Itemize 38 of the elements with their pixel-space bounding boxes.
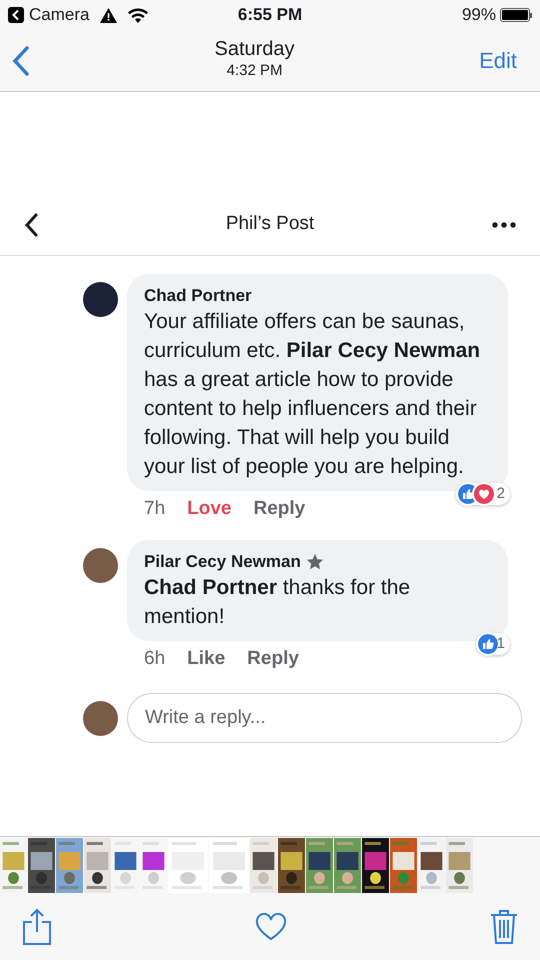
comment-action[interactable]: Love: [187, 495, 232, 524]
thumbs-up-icon: [458, 484, 478, 504]
comment-action[interactable]: Reply: [247, 644, 299, 673]
avatar[interactable]: [83, 548, 118, 582]
comment-time: 6h: [144, 646, 166, 670]
warning-icon: [100, 8, 118, 22]
heart-icon: [474, 484, 494, 504]
thumbs-up-icon: [478, 634, 498, 654]
reaction-count: 2: [496, 485, 505, 503]
share-icon[interactable]: [22, 908, 52, 946]
comment-text: Chad Portner thanks for the mention!: [144, 574, 412, 630]
reaction-summary[interactable]: 2: [456, 483, 510, 505]
wifi-icon: [128, 8, 148, 22]
nav-subtitle: 4:32 PM: [226, 60, 282, 80]
back-app-label[interactable]: Camera: [29, 2, 90, 28]
trash-icon[interactable]: [490, 908, 518, 944]
comment-time: 7h: [144, 497, 166, 521]
clock: 6:55 PM: [238, 4, 302, 26]
reaction-count: 1: [496, 634, 505, 652]
comment-action[interactable]: Reply: [254, 495, 306, 524]
avatar[interactable]: [83, 700, 118, 736]
avatar[interactable]: [83, 282, 118, 317]
comment-author[interactable]: Pilar Cecy Newman: [144, 550, 301, 572]
comment-action[interactable]: Like: [187, 644, 226, 673]
back-icon[interactable]: [8, 7, 24, 23]
battery-percentage: 99%: [462, 4, 496, 26]
post-title: Phil’s Post: [226, 212, 314, 236]
nav-title: Saturday: [214, 36, 295, 60]
more-icon[interactable]: [492, 222, 516, 228]
reply-field[interactable]: Write a reply...: [127, 693, 522, 743]
heart-icon[interactable]: [255, 912, 287, 940]
reaction-summary[interactable]: 1: [476, 632, 510, 654]
comment-text: Your affiliate offers can be saunas, curriculum etc. Pilar Cecy Newman has a great article how to provide content to help influencers and their following. That will help you build your list of people you are helping.: [144, 309, 482, 480]
battery-icon: [500, 8, 532, 22]
edit-button[interactable]: Edit: [479, 44, 528, 77]
comment-author[interactable]: Chad Portner: [144, 285, 252, 307]
back-chevron-icon[interactable]: [24, 212, 38, 236]
star-icon: [306, 552, 324, 570]
